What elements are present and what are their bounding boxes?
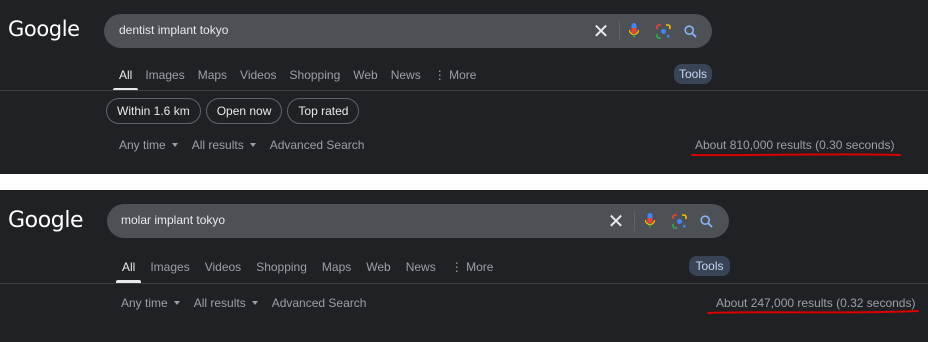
tab-videos[interactable]: Videos [240,68,276,82]
tab-videos[interactable]: Videos [205,260,241,274]
tabs-divider [0,283,928,284]
tab-web[interactable]: Web [353,68,377,82]
search-results-panel-1: Google dentist implant tokyo ✕ All Image… [0,0,928,174]
tab-maps[interactable]: Maps [198,68,227,82]
search-icon[interactable] [698,204,714,238]
search-icon[interactable] [682,14,698,48]
all-results-dropdown[interactable]: All results [192,138,256,152]
search-tabs: All Images Videos Shopping Maps Web News… [115,260,508,283]
search-box[interactable]: molar implant tokyo ✕ [107,204,729,238]
tab-more[interactable]: ⋮ More [434,68,477,82]
search-results-panel-2: Google molar implant tokyo ✕ All Images … [0,190,928,342]
filter-chips: Within 1.6 km Open now Top rated [106,98,364,124]
tab-more[interactable]: ⋮ More [451,260,494,274]
tools-button[interactable]: Tools [689,256,730,276]
close-icon[interactable]: ✕ [591,14,611,48]
chip-within-distance[interactable]: Within 1.6 km [106,98,201,124]
google-logo[interactable]: Google [8,17,80,41]
search-box[interactable]: dentist implant tokyo ✕ [104,14,712,48]
google-lens-icon[interactable] [671,204,687,238]
microphone-icon[interactable] [643,204,657,238]
search-tools-row: Any time All results Advanced Search [119,138,378,152]
all-results-label: All results [191,138,244,152]
any-time-dropdown[interactable]: Any time [119,138,178,152]
search-query-text[interactable]: dentist implant tokyo [119,23,228,37]
chip-open-now[interactable]: Open now [205,98,283,124]
any-time-label: Any time [119,138,166,152]
caret-down-icon [249,143,256,147]
search-tabs: All Images Maps Videos Shopping Web News… [112,68,489,91]
searchbar-divider [619,21,620,41]
microphone-icon[interactable] [627,14,641,48]
tools-button[interactable]: Tools [674,64,712,84]
all-results-label: All results [193,296,246,310]
searchbar-divider [634,211,635,231]
google-lens-icon[interactable] [655,14,671,48]
caret-down-icon [251,301,258,305]
advanced-search-link[interactable]: Advanced Search [272,296,367,310]
tab-news[interactable]: News [391,68,421,82]
close-icon[interactable]: ✕ [606,204,626,238]
tab-images[interactable]: Images [150,260,189,274]
any-time-label: Any time [121,296,168,310]
tab-news[interactable]: News [406,260,436,274]
tab-shopping[interactable]: Shopping [290,68,341,82]
caret-down-icon [173,301,180,305]
tab-shopping[interactable]: Shopping [256,260,307,274]
advanced-search-link[interactable]: Advanced Search [270,138,365,152]
tab-web[interactable]: Web [366,260,390,274]
tab-maps[interactable]: Maps [322,260,351,274]
all-results-dropdown[interactable]: All results [194,296,258,310]
tabs-divider [0,90,928,91]
tab-images[interactable]: Images [145,68,184,82]
any-time-dropdown[interactable]: Any time [121,296,180,310]
search-tools-row: Any time All results Advanced Search [121,296,380,310]
tab-all[interactable]: All [112,68,139,91]
tab-all[interactable]: All [115,260,142,283]
caret-down-icon [171,143,178,147]
google-logo[interactable]: Google [8,208,84,233]
red-underline-annotation [707,310,919,314]
chip-top-rated[interactable]: Top rated [287,98,360,124]
search-query-text[interactable]: molar implant tokyo [121,213,225,227]
red-underline-annotation [691,153,901,157]
